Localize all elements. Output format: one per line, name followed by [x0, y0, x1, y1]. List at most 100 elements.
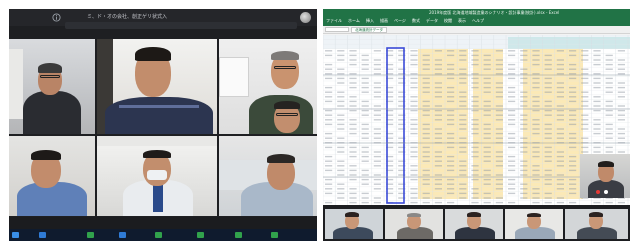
start-menu-icon[interactable] — [12, 232, 19, 238]
cell-value — [410, 77, 418, 80]
participant-tile[interactable] — [97, 39, 217, 134]
ribbon-tab[interactable]: ページ — [394, 18, 406, 24]
cell-value — [361, 132, 369, 135]
cell-value — [447, 63, 455, 66]
cell-value — [556, 82, 564, 84]
cell-value — [483, 100, 491, 103]
cell-value — [544, 59, 552, 61]
cell-value — [373, 68, 381, 70]
spreadsheet-window: 2019年度版 北海道地域製造業のシナリオ・設計事業(統計).xlsx - Ex… — [323, 9, 630, 241]
cell-value — [593, 105, 601, 107]
cell-value — [605, 201, 613, 204]
participant-tile[interactable] — [385, 209, 443, 239]
ribbon-tab[interactable]: データ — [426, 18, 438, 24]
participant-tile[interactable] — [97, 136, 217, 216]
ribbon-tab[interactable]: 描画 — [380, 18, 388, 24]
cell-value — [337, 188, 345, 190]
cell-value — [349, 165, 357, 167]
cell-value — [544, 86, 552, 89]
app-icon[interactable] — [197, 232, 204, 238]
cell-value — [349, 119, 357, 121]
ribbon-tab[interactable]: ホーム — [348, 18, 360, 24]
participant-tile[interactable] — [565, 209, 628, 239]
cell-value — [361, 192, 369, 195]
cell-value — [447, 54, 455, 57]
cell-value — [325, 91, 333, 93]
cell-value — [410, 155, 418, 158]
participant-tile[interactable] — [9, 39, 95, 134]
participant-tile[interactable] — [445, 209, 503, 239]
participant-tile[interactable] — [505, 209, 563, 239]
cell-value — [471, 82, 479, 84]
cell-value — [349, 188, 357, 190]
self-view-tile[interactable] — [580, 154, 630, 198]
cell-value — [532, 100, 540, 103]
cell-value — [434, 114, 442, 116]
cell-value — [508, 137, 516, 139]
app-icon[interactable] — [235, 232, 242, 238]
cell-value — [569, 146, 577, 149]
cell-value — [520, 96, 528, 98]
cell-value — [361, 59, 369, 61]
name-box[interactable] — [325, 27, 349, 32]
ribbon-tab[interactable]: ファイル — [326, 18, 342, 24]
cell-value — [434, 96, 442, 98]
cell-value — [434, 160, 442, 162]
participant-tile[interactable] — [9, 136, 95, 216]
cell-value — [556, 63, 564, 66]
cell-value — [447, 86, 455, 89]
cell-value — [410, 96, 418, 98]
ribbon-tab[interactable]: ヘルプ — [472, 18, 484, 24]
cell-value — [556, 109, 564, 112]
ribbon-tab[interactable]: 数式 — [412, 18, 420, 24]
app-icon[interactable] — [87, 232, 94, 238]
cell-value — [410, 82, 418, 84]
sheet-tab[interactable]: 北海道統計データ — [351, 27, 387, 33]
app-icon[interactable] — [271, 232, 278, 238]
cell-value — [605, 123, 613, 126]
cell-value — [532, 86, 540, 89]
cell-value — [532, 82, 540, 84]
cell-value — [373, 174, 381, 176]
app-icon[interactable] — [39, 232, 46, 238]
cell-value — [471, 100, 479, 103]
cell-value — [569, 169, 577, 172]
cell-value — [410, 188, 418, 190]
cell-value — [483, 63, 491, 66]
cell-value — [373, 73, 381, 75]
cell-value — [471, 109, 479, 112]
cell-value — [544, 137, 552, 139]
ribbon-tab[interactable]: 校閲 — [444, 18, 452, 24]
cell-value — [617, 201, 625, 204]
ribbon-tab[interactable]: 表示 — [458, 18, 466, 24]
cell-value — [569, 50, 577, 52]
ribbon-tab[interactable]: 挿入 — [366, 18, 374, 24]
cell-value — [532, 128, 540, 130]
cell-value — [325, 178, 333, 181]
cell-value — [569, 188, 577, 190]
cell-value — [325, 54, 333, 57]
cell-value — [569, 119, 577, 121]
cell-value — [349, 146, 357, 149]
cell-value — [556, 114, 564, 116]
user-avatar-icon[interactable] — [300, 12, 311, 23]
cell-value — [483, 77, 491, 80]
cell-value — [325, 188, 333, 190]
participant-tile[interactable] — [219, 39, 317, 134]
cell-value — [617, 137, 625, 139]
cell-value — [593, 50, 601, 52]
cell-value — [556, 174, 564, 176]
cell-value — [544, 183, 552, 185]
info-icon[interactable] — [52, 13, 61, 22]
cell-value — [483, 82, 491, 84]
cell-value — [349, 132, 357, 135]
cell-value — [605, 91, 613, 93]
cell-value — [434, 82, 442, 84]
participant-tile[interactable] — [325, 209, 383, 239]
cell-value — [569, 165, 577, 167]
app-icon[interactable] — [119, 232, 126, 238]
cell-value — [459, 59, 467, 61]
participant-tile[interactable] — [219, 136, 317, 216]
cell-value — [447, 169, 455, 172]
app-icon[interactable] — [155, 232, 162, 238]
